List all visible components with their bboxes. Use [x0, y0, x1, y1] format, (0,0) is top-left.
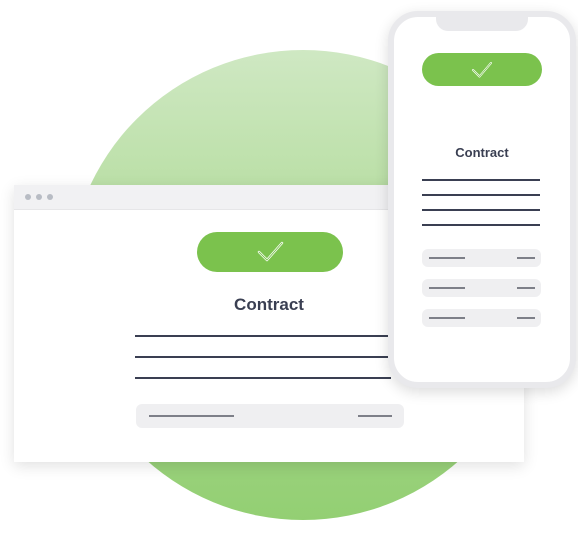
row-line	[429, 287, 465, 289]
text-line	[135, 335, 391, 337]
text-line	[422, 194, 540, 196]
row-line	[517, 257, 535, 259]
text-line	[422, 224, 540, 226]
row-line	[149, 415, 234, 417]
row-line	[429, 317, 465, 319]
window-dot	[47, 194, 53, 200]
contract-title: Contract	[455, 145, 509, 160]
list-row	[422, 309, 541, 327]
row-line	[517, 317, 535, 319]
checkmark-icon	[472, 61, 492, 77]
window-dot	[36, 194, 42, 200]
text-line	[135, 377, 391, 379]
approved-badge	[197, 232, 343, 272]
approved-badge	[422, 53, 542, 86]
checkmark-icon	[257, 241, 284, 262]
text-line	[422, 209, 540, 211]
list-row	[422, 279, 541, 297]
row-line	[429, 257, 465, 259]
phone-device: Contract	[388, 11, 576, 388]
text-line	[135, 356, 391, 358]
signature-row	[136, 404, 404, 428]
list-row	[422, 249, 541, 267]
text-line	[422, 179, 540, 181]
row-line	[358, 415, 392, 417]
window-dot	[25, 194, 31, 200]
row-line	[517, 287, 535, 289]
illustration: Contract Contract	[0, 0, 578, 541]
phone-notch	[436, 17, 528, 31]
